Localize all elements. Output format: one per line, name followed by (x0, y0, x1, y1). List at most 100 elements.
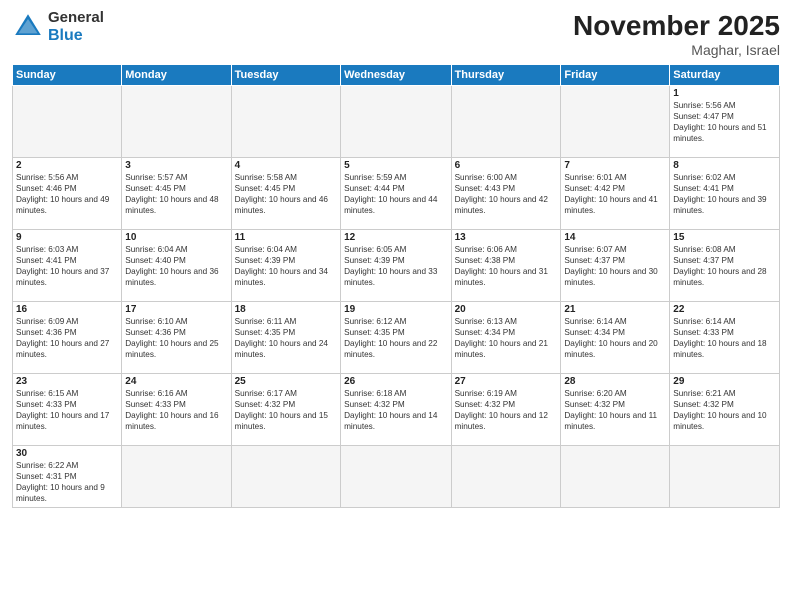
calendar-cell: 28Sunrise: 6:20 AMSunset: 4:32 PMDayligh… (561, 374, 670, 446)
day-number: 15 (673, 232, 776, 243)
calendar-cell (670, 446, 780, 508)
day-info: Sunrise: 6:22 AMSunset: 4:31 PMDaylight:… (16, 460, 118, 504)
day-info: Sunrise: 6:11 AMSunset: 4:35 PMDaylight:… (235, 316, 337, 360)
day-info: Sunrise: 5:56 AMSunset: 4:46 PMDaylight:… (16, 172, 118, 216)
day-info: Sunrise: 5:58 AMSunset: 4:45 PMDaylight:… (235, 172, 337, 216)
weekday-header: Wednesday (341, 65, 451, 86)
calendar-cell: 14Sunrise: 6:07 AMSunset: 4:37 PMDayligh… (561, 230, 670, 302)
day-info: Sunrise: 6:14 AMSunset: 4:33 PMDaylight:… (673, 316, 776, 360)
calendar-cell: 15Sunrise: 6:08 AMSunset: 4:37 PMDayligh… (670, 230, 780, 302)
calendar-cell: 11Sunrise: 6:04 AMSunset: 4:39 PMDayligh… (231, 230, 340, 302)
calendar-cell (341, 86, 451, 158)
calendar: SundayMondayTuesdayWednesdayThursdayFrid… (12, 64, 780, 508)
day-number: 12 (344, 232, 447, 243)
day-info: Sunrise: 6:00 AMSunset: 4:43 PMDaylight:… (455, 172, 558, 216)
day-info: Sunrise: 6:04 AMSunset: 4:40 PMDaylight:… (125, 244, 227, 288)
calendar-cell: 23Sunrise: 6:15 AMSunset: 4:33 PMDayligh… (13, 374, 122, 446)
calendar-cell: 4Sunrise: 5:58 AMSunset: 4:45 PMDaylight… (231, 158, 340, 230)
calendar-cell: 12Sunrise: 6:05 AMSunset: 4:39 PMDayligh… (341, 230, 451, 302)
calendar-cell: 6Sunrise: 6:00 AMSunset: 4:43 PMDaylight… (451, 158, 561, 230)
day-number: 11 (235, 232, 337, 243)
day-number: 24 (125, 376, 227, 387)
day-number: 17 (125, 304, 227, 315)
day-info: Sunrise: 6:07 AMSunset: 4:37 PMDaylight:… (564, 244, 666, 288)
calendar-cell: 16Sunrise: 6:09 AMSunset: 4:36 PMDayligh… (13, 302, 122, 374)
location-title: Maghar, Israel (573, 42, 780, 58)
calendar-week-row: 30Sunrise: 6:22 AMSunset: 4:31 PMDayligh… (13, 446, 780, 508)
weekday-header: Saturday (670, 65, 780, 86)
day-info: Sunrise: 5:56 AMSunset: 4:47 PMDaylight:… (673, 100, 776, 144)
calendar-cell: 1Sunrise: 5:56 AMSunset: 4:47 PMDaylight… (670, 86, 780, 158)
calendar-cell: 24Sunrise: 6:16 AMSunset: 4:33 PMDayligh… (122, 374, 231, 446)
calendar-cell: 26Sunrise: 6:18 AMSunset: 4:32 PMDayligh… (341, 374, 451, 446)
day-info: Sunrise: 5:57 AMSunset: 4:45 PMDaylight:… (125, 172, 227, 216)
calendar-cell: 3Sunrise: 5:57 AMSunset: 4:45 PMDaylight… (122, 158, 231, 230)
calendar-week-row: 1Sunrise: 5:56 AMSunset: 4:47 PMDaylight… (13, 86, 780, 158)
logo-text: General Blue (48, 10, 104, 44)
day-info: Sunrise: 6:01 AMSunset: 4:42 PMDaylight:… (564, 172, 666, 216)
calendar-cell (231, 446, 340, 508)
calendar-cell: 7Sunrise: 6:01 AMSunset: 4:42 PMDaylight… (561, 158, 670, 230)
day-info: Sunrise: 6:02 AMSunset: 4:41 PMDaylight:… (673, 172, 776, 216)
day-number: 9 (16, 232, 118, 243)
calendar-cell: 29Sunrise: 6:21 AMSunset: 4:32 PMDayligh… (670, 374, 780, 446)
weekday-header: Tuesday (231, 65, 340, 86)
logo: General Blue (12, 10, 104, 44)
day-number: 8 (673, 160, 776, 171)
page: General Blue November 2025 Maghar, Israe… (0, 0, 792, 612)
day-info: Sunrise: 6:06 AMSunset: 4:38 PMDaylight:… (455, 244, 558, 288)
day-info: Sunrise: 6:12 AMSunset: 4:35 PMDaylight:… (344, 316, 447, 360)
calendar-cell: 21Sunrise: 6:14 AMSunset: 4:34 PMDayligh… (561, 302, 670, 374)
day-info: Sunrise: 5:59 AMSunset: 4:44 PMDaylight:… (344, 172, 447, 216)
day-number: 30 (16, 448, 118, 459)
day-number: 18 (235, 304, 337, 315)
day-number: 21 (564, 304, 666, 315)
calendar-cell (122, 446, 231, 508)
calendar-cell: 25Sunrise: 6:17 AMSunset: 4:32 PMDayligh… (231, 374, 340, 446)
day-info: Sunrise: 6:13 AMSunset: 4:34 PMDaylight:… (455, 316, 558, 360)
calendar-cell: 27Sunrise: 6:19 AMSunset: 4:32 PMDayligh… (451, 374, 561, 446)
day-number: 1 (673, 88, 776, 99)
day-number: 10 (125, 232, 227, 243)
calendar-cell (231, 86, 340, 158)
calendar-cell: 10Sunrise: 6:04 AMSunset: 4:40 PMDayligh… (122, 230, 231, 302)
day-number: 23 (16, 376, 118, 387)
logo-icon (12, 11, 44, 43)
day-number: 25 (235, 376, 337, 387)
day-number: 4 (235, 160, 337, 171)
day-number: 14 (564, 232, 666, 243)
calendar-header-row: SundayMondayTuesdayWednesdayThursdayFrid… (13, 65, 780, 86)
calendar-cell: 19Sunrise: 6:12 AMSunset: 4:35 PMDayligh… (341, 302, 451, 374)
calendar-week-row: 16Sunrise: 6:09 AMSunset: 4:36 PMDayligh… (13, 302, 780, 374)
day-info: Sunrise: 6:20 AMSunset: 4:32 PMDaylight:… (564, 388, 666, 432)
day-number: 3 (125, 160, 227, 171)
day-info: Sunrise: 6:14 AMSunset: 4:34 PMDaylight:… (564, 316, 666, 360)
day-info: Sunrise: 6:15 AMSunset: 4:33 PMDaylight:… (16, 388, 118, 432)
calendar-cell (561, 446, 670, 508)
calendar-cell (341, 446, 451, 508)
calendar-cell (13, 86, 122, 158)
calendar-week-row: 9Sunrise: 6:03 AMSunset: 4:41 PMDaylight… (13, 230, 780, 302)
day-info: Sunrise: 6:08 AMSunset: 4:37 PMDaylight:… (673, 244, 776, 288)
day-number: 5 (344, 160, 447, 171)
calendar-cell: 13Sunrise: 6:06 AMSunset: 4:38 PMDayligh… (451, 230, 561, 302)
title-block: November 2025 Maghar, Israel (573, 10, 780, 58)
day-info: Sunrise: 6:17 AMSunset: 4:32 PMDaylight:… (235, 388, 337, 432)
day-info: Sunrise: 6:16 AMSunset: 4:33 PMDaylight:… (125, 388, 227, 432)
day-info: Sunrise: 6:04 AMSunset: 4:39 PMDaylight:… (235, 244, 337, 288)
day-info: Sunrise: 6:09 AMSunset: 4:36 PMDaylight:… (16, 316, 118, 360)
calendar-week-row: 23Sunrise: 6:15 AMSunset: 4:33 PMDayligh… (13, 374, 780, 446)
day-info: Sunrise: 6:10 AMSunset: 4:36 PMDaylight:… (125, 316, 227, 360)
day-info: Sunrise: 6:21 AMSunset: 4:32 PMDaylight:… (673, 388, 776, 432)
day-info: Sunrise: 6:03 AMSunset: 4:41 PMDaylight:… (16, 244, 118, 288)
calendar-cell: 8Sunrise: 6:02 AMSunset: 4:41 PMDaylight… (670, 158, 780, 230)
day-number: 6 (455, 160, 558, 171)
calendar-cell: 5Sunrise: 5:59 AMSunset: 4:44 PMDaylight… (341, 158, 451, 230)
calendar-cell: 17Sunrise: 6:10 AMSunset: 4:36 PMDayligh… (122, 302, 231, 374)
day-number: 29 (673, 376, 776, 387)
calendar-cell (451, 446, 561, 508)
day-number: 28 (564, 376, 666, 387)
calendar-cell: 9Sunrise: 6:03 AMSunset: 4:41 PMDaylight… (13, 230, 122, 302)
day-number: 13 (455, 232, 558, 243)
day-number: 20 (455, 304, 558, 315)
